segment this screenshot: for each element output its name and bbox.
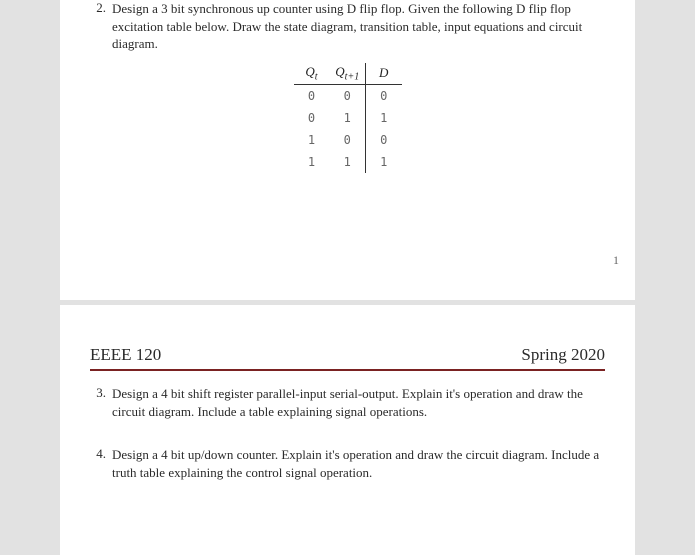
cell: 0 [294,85,330,107]
table-row: 1 0 0 [294,129,402,151]
cell: 0 [366,129,402,151]
cell: 1 [330,107,366,129]
document-page-1: 2. Design a 3 bit synchronous up counter… [60,0,635,300]
excitation-table: Qt Qt+1 D 0 0 0 0 1 1 1 0 0 [273,63,423,173]
table-row: 0 0 0 [294,85,402,107]
cell: 1 [294,129,330,151]
header-qt: Qt [294,63,330,85]
table-row: 0 1 1 [294,107,402,129]
question-number: 2. [90,0,112,53]
cell: 1 [294,151,330,173]
page-number: 1 [613,253,619,268]
course-code: EEEE 120 [90,345,161,365]
question-number: 4. [90,446,112,481]
table-header-row: Qt Qt+1 D [294,63,402,85]
table: Qt Qt+1 D 0 0 0 0 1 1 1 0 0 [294,63,402,173]
page-content: 3. Design a 4 bit shift register paralle… [60,385,635,481]
question-text: Design a 3 bit synchronous up counter us… [112,0,605,53]
page-content: 2. Design a 3 bit synchronous up counter… [60,0,635,173]
question-4: 4. Design a 4 bit up/down counter. Expla… [90,446,605,481]
cell: 1 [366,151,402,173]
spacer [90,430,605,446]
cell: 1 [366,107,402,129]
question-text: Design a 4 bit up/down counter. Explain … [112,446,605,481]
question-number: 3. [90,385,112,420]
cell: 0 [294,107,330,129]
question-text: Design a 4 bit shift register parallel-i… [112,385,605,420]
question-2: 2. Design a 3 bit synchronous up counter… [90,0,605,53]
question-3: 3. Design a 4 bit shift register paralle… [90,385,605,420]
cell: 1 [330,151,366,173]
header-d: D [366,63,402,85]
cell: 0 [330,85,366,107]
document-page-2: EEEE 120 Spring 2020 3. Design a 4 bit s… [60,305,635,555]
cell: 0 [330,129,366,151]
cell: 0 [366,85,402,107]
table-row: 1 1 1 [294,151,402,173]
header-qt1: Qt+1 [330,63,366,85]
course-header: EEEE 120 Spring 2020 [90,345,605,367]
header-rule [90,369,605,371]
term-label: Spring 2020 [521,345,605,365]
